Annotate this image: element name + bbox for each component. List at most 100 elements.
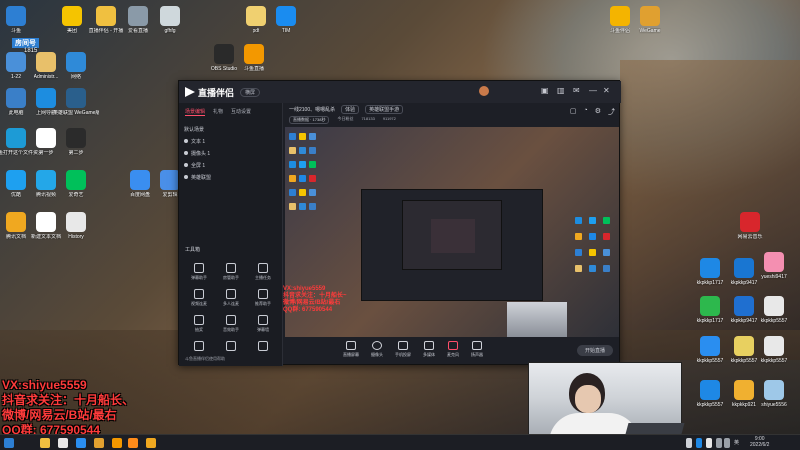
desktop-icon[interactable]: 英雄联盟 WeGame版: [53, 88, 99, 116]
tool-label: 房管助手: [223, 275, 239, 280]
room-tag[interactable]: 体验: [341, 105, 360, 114]
desktop-icon[interactable]: WeGame: [627, 6, 673, 34]
tab-scene-edit[interactable]: 场景编辑: [185, 108, 206, 116]
start-live-button[interactable]: 开始直播: [577, 345, 613, 356]
play-logo-icon: [185, 87, 195, 97]
settings-icon[interactable]: ⚙: [595, 107, 601, 117]
desktop-icon[interactable]: 网易云音乐: [727, 212, 773, 240]
tool-room-admin[interactable]: 房管助手: [215, 263, 247, 281]
desktop-icon-label: 网络: [70, 74, 81, 80]
tray-icon[interactable]: [696, 438, 702, 448]
eye-icon[interactable]: [184, 151, 188, 155]
tool-extra[interactable]: [247, 341, 279, 351]
desktop-icon[interactable]: History: [53, 212, 99, 240]
share-icon[interactable]: ⤴: [608, 107, 615, 117]
minimize-icon[interactable]: —: [589, 86, 597, 95]
tab-gift[interactable]: 礼物: [213, 108, 223, 116]
room-title[interactable]: 一线2100、嗯嗯乱杀: [289, 106, 335, 113]
media-button[interactable]: 多媒体: [423, 341, 435, 358]
scene-item[interactable]: 英雄联盟: [179, 171, 282, 183]
desktop-icon[interactable]: 斗鱼: [0, 6, 39, 34]
preview-mini-icon: [289, 175, 296, 182]
desktop-icon-label: 此电脑: [8, 110, 24, 116]
gift-icon[interactable]: ▣: [541, 86, 549, 95]
volume-icon[interactable]: [724, 438, 730, 448]
desktop-icon[interactable]: 第二步: [53, 128, 99, 156]
danmu-icon: [194, 263, 204, 273]
bell-icon[interactable]: ◔: [583, 107, 587, 117]
mic-button[interactable]: 麦克风: [447, 341, 459, 358]
tool-sound[interactable]: 音效助手: [215, 315, 247, 333]
help-link[interactable]: 斗鱼直播伴侣使用帮助: [185, 356, 225, 362]
category-pill[interactable]: 英雄联盟手游: [365, 105, 404, 114]
taskbar-app-icon[interactable]: [40, 438, 50, 448]
scene-item[interactable]: 摄像头 1: [179, 147, 282, 159]
camera-button[interactable]: 摄像头: [371, 341, 383, 358]
desktop-icon[interactable]: yueshi9417: [751, 252, 797, 280]
desktop-icon[interactable]: shiyue5556: [751, 380, 797, 408]
preview-mini-icon: [289, 161, 296, 168]
badge-count: 1815: [24, 48, 38, 54]
tool-recommend[interactable]: 推荐助手: [247, 289, 279, 307]
preview-mini-icon: [289, 203, 296, 210]
chart-icon[interactable]: ▥: [557, 86, 565, 95]
taskbar-app-icon[interactable]: [76, 438, 86, 448]
start-icon[interactable]: [4, 438, 14, 448]
phone-cast-button[interactable]: 手机投屏: [395, 341, 411, 358]
preview-mini-icon: [299, 189, 306, 196]
preview-mini-icon: [289, 189, 296, 196]
tool-danmu-wall[interactable]: 弹幕墙: [247, 315, 279, 333]
taskbar-app-icon[interactable]: [112, 438, 122, 448]
avatar[interactable]: [479, 86, 489, 96]
input-language[interactable]: 英: [734, 439, 739, 446]
desktop-icon[interactable]: kkpkkp5557: [751, 336, 797, 364]
bottom-label: 麦克风: [447, 352, 459, 357]
desktop-icon[interactable]: kkpkkp5557: [751, 296, 797, 324]
tool-lottery[interactable]: 抽奖: [183, 315, 215, 333]
tray-icon[interactable]: [706, 438, 712, 448]
taskbar-app-icon[interactable]: [146, 438, 156, 448]
scene-item-label: 全屏 1: [191, 162, 206, 169]
stream-overlay-text: VX:shiyue5559 抖音求关注：十月船长、 微博/网易云/B站/最右 Q…: [2, 378, 134, 438]
close-icon[interactable]: ✕: [603, 86, 610, 95]
eye-icon[interactable]: [184, 163, 188, 167]
tool-label: 弹幕助手: [191, 275, 207, 280]
desktop-icon[interactable]: 网络: [53, 52, 99, 80]
message-icon[interactable]: ✉: [573, 86, 580, 95]
scene-item[interactable]: 全屏 1: [179, 159, 282, 171]
tool-extra[interactable]: [183, 341, 215, 351]
taskbar-app-icon[interactable]: [58, 438, 68, 448]
tray-icon[interactable]: [686, 438, 692, 448]
scene-item[interactable]: 文本 1: [179, 135, 282, 147]
desktop-icon-label: yueshi9417: [761, 274, 787, 280]
preview-mini-icon: [289, 147, 296, 154]
clock[interactable]: 9:00 2022/6/2: [750, 436, 769, 448]
speaker-button[interactable]: 扬声器: [471, 341, 483, 358]
tool-task[interactable]: 主播任务: [247, 263, 279, 281]
desktop-icon[interactable]: 斗鱼直播: [231, 44, 277, 72]
desktop-icon-label: shiyue5556: [761, 402, 787, 408]
people-icon: [226, 289, 236, 299]
tool-multi-link[interactable]: 多人连麦: [215, 289, 247, 307]
taskbar-app-icon[interactable]: [94, 438, 104, 448]
mode-badge[interactable]: 横屏: [240, 87, 261, 97]
desktop-icon-label: 斗鱼直播: [243, 66, 264, 72]
tool-extra[interactable]: [215, 341, 247, 351]
live-data[interactable]: 直播数据 · 1738秒: [289, 116, 330, 124]
bag-icon[interactable]: ▢: [570, 107, 577, 117]
tab-interaction[interactable]: 互动设置: [231, 108, 251, 116]
tool-video-link[interactable]: 视频连麦: [183, 289, 215, 307]
scene-item[interactable]: 默认场景: [179, 123, 282, 135]
tool-danmu[interactable]: 弹幕助手: [183, 263, 215, 281]
desktop-icon[interactable]: 爱奇艺: [53, 170, 99, 198]
desktop-icon[interactable]: gfhfg: [147, 6, 193, 34]
screen-source-button[interactable]: 直播屏幕: [343, 341, 359, 358]
eye-icon[interactable]: [184, 175, 188, 179]
preview-mini-icon: [309, 133, 316, 140]
desktop-icon[interactable]: TIM: [263, 6, 309, 34]
desktop-icon-label: 第一步: [38, 150, 54, 156]
mic-icon: [448, 341, 458, 350]
eye-icon[interactable]: [184, 139, 188, 143]
wifi-icon[interactable]: [716, 438, 722, 448]
taskbar-app-icon[interactable]: [128, 438, 138, 448]
